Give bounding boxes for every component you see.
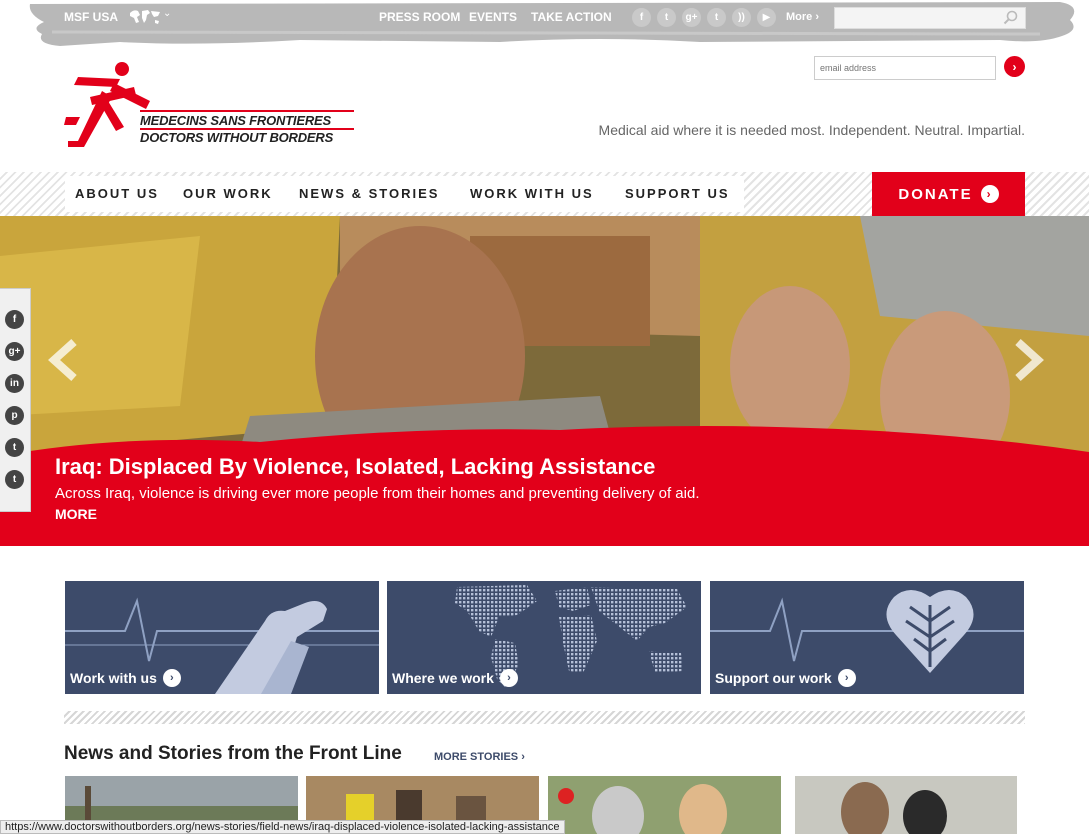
donate-button[interactable]: DONATE ›: [872, 172, 1025, 216]
tile-label: Support our work ›: [715, 669, 856, 687]
tile-where-we-work[interactable]: Where we work ›: [387, 581, 701, 694]
pinterest-icon[interactable]: p: [5, 406, 24, 425]
news-thumbnail-3-photo-placeholder[interactable]: [548, 776, 781, 834]
arrow-right-icon: ›: [162, 669, 181, 687]
arrow-right-icon: ›: [837, 669, 856, 687]
more-social-link[interactable]: More ›: [786, 11, 819, 23]
tile-title: Where we work: [392, 670, 494, 686]
hero-title[interactable]: Iraq: Displaced By Violence, Isolated, L…: [55, 454, 655, 480]
press-room-link[interactable]: PRESS ROOM: [379, 10, 460, 24]
nav-our-work[interactable]: OUR WORK: [183, 186, 273, 201]
donate-label: DONATE: [898, 185, 973, 203]
main-navigation: ABOUT US OUR WORK NEWS & STORIES WORK WI…: [0, 172, 1089, 216]
news-thumbnail-4-photo-placeholder[interactable]: [795, 776, 1017, 834]
email-field[interactable]: [815, 57, 995, 79]
site-selector-label[interactable]: MSF USA: [64, 10, 118, 24]
tile-title: Support our work: [715, 670, 832, 686]
tile-label: Where we work ›: [392, 669, 518, 687]
hero-carousel: Iraq: Displaced By Violence, Isolated, L…: [0, 216, 1089, 546]
section-divider: [64, 711, 1025, 724]
tumblr-icon[interactable]: t: [707, 8, 726, 27]
chevron-down-icon[interactable]: ⌄: [163, 8, 171, 19]
tile-label: Work with us ›: [70, 669, 181, 687]
hero-more-link[interactable]: MORE: [55, 506, 97, 522]
world-map-icon[interactable]: [128, 7, 162, 27]
tile-title: Work with us: [70, 670, 157, 686]
twitter-icon[interactable]: t: [657, 8, 676, 27]
email-submit-button[interactable]: ›: [1004, 56, 1025, 77]
rss-icon[interactable]: )): [732, 8, 751, 27]
facebook-icon[interactable]: f: [5, 310, 24, 329]
nav-news-stories[interactable]: NEWS & STORIES: [299, 186, 439, 201]
nav-support-us[interactable]: SUPPORT US: [625, 186, 730, 201]
search-box: [834, 7, 1026, 29]
google-plus-icon[interactable]: g+: [5, 342, 24, 361]
carousel-next-icon[interactable]: [1008, 338, 1048, 382]
tumblr-icon[interactable]: t: [5, 438, 24, 457]
linkedin-icon[interactable]: in: [5, 374, 24, 393]
arrow-right-icon: ›: [499, 669, 518, 687]
tile-support-our-work[interactable]: Support our work ›: [710, 581, 1024, 694]
tagline: Medical aid where it is needed most. Ind…: [598, 122, 1025, 138]
msf-logo[interactable]: MEDECINS SANS FRONTIERES DOCTORS WITHOUT…: [64, 57, 364, 153]
utility-bar: MSF USA ⌄ PRESS ROOM EVENTS TAKE ACTION …: [0, 0, 1089, 50]
arrow-right-icon: ›: [980, 185, 999, 203]
share-sidebar: f g+ in p t t: [0, 288, 31, 512]
logo-text-english: DOCTORS WITHOUT BORDERS: [140, 130, 334, 145]
youtube-icon[interactable]: ▶: [757, 8, 776, 27]
hero-subtitle: Across Iraq, violence is driving ever mo…: [55, 485, 700, 502]
events-link[interactable]: EVENTS: [469, 10, 517, 24]
email-signup-box: [814, 56, 996, 80]
tile-work-with-us[interactable]: Work with us ›: [65, 581, 379, 694]
google-plus-icon[interactable]: g+: [682, 8, 701, 27]
logo-text-french: MEDECINS SANS FRONTIERES: [140, 113, 331, 128]
nav-about-us[interactable]: ABOUT US: [75, 186, 159, 201]
carousel-prev-icon[interactable]: [44, 338, 84, 382]
news-section-heading: News and Stories from the Front Line: [64, 743, 402, 764]
facebook-icon[interactable]: f: [632, 8, 651, 27]
logo-rule-top: [140, 110, 354, 112]
more-stories-link[interactable]: MORE STORIES ›: [434, 751, 525, 763]
browser-status-url: https://www.doctorswithoutborders.org/ne…: [0, 820, 565, 834]
nav-work-with-us[interactable]: WORK WITH US: [470, 186, 594, 201]
take-action-link[interactable]: TAKE ACTION: [531, 10, 612, 24]
search-input[interactable]: [835, 8, 995, 28]
twitter-icon[interactable]: t: [5, 470, 24, 489]
search-icon[interactable]: [1003, 10, 1019, 26]
